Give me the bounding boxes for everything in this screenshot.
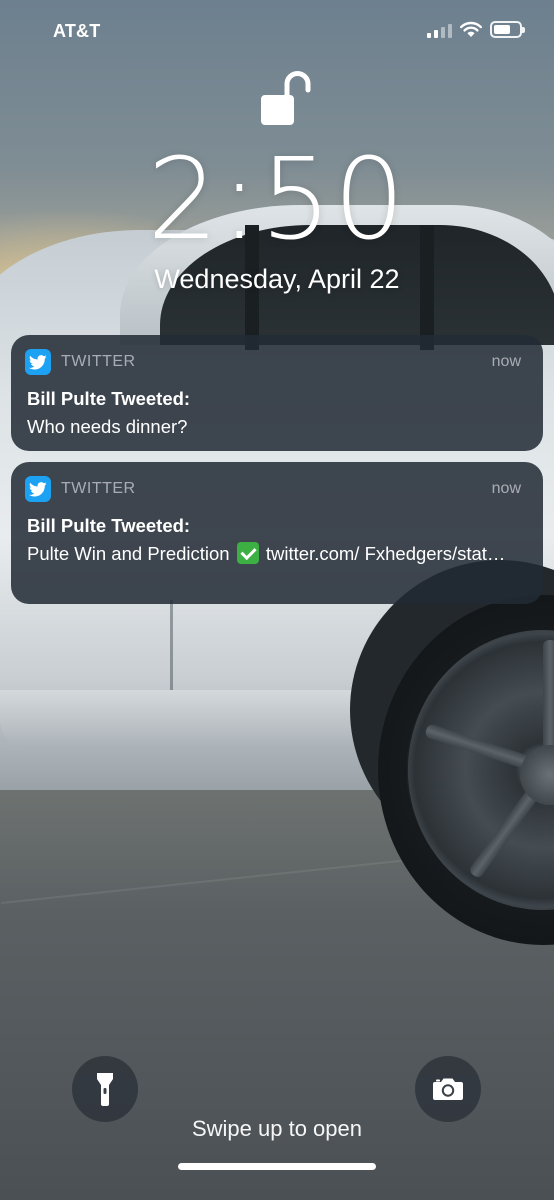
notification-time: now bbox=[491, 353, 521, 370]
notification-header: TWITTER now bbox=[25, 476, 527, 502]
battery-level-fill bbox=[494, 25, 510, 34]
notification-body-link: twitter.com/ Fxhedgers/stat… bbox=[265, 543, 506, 564]
twitter-bird-icon bbox=[25, 476, 51, 502]
lock-screen-time: 2:50 bbox=[147, 135, 407, 265]
lock-screen-date: Wednesday, April 22 bbox=[154, 264, 400, 294]
notification-title: Bill Pulte Tweeted: bbox=[27, 388, 191, 409]
notification-body-text: Pulte Win and Prediction bbox=[27, 543, 230, 564]
notification-header: TWITTER now bbox=[25, 349, 527, 375]
twitter-bird-icon bbox=[25, 349, 51, 375]
flashlight-icon bbox=[97, 1073, 113, 1106]
camera-icon bbox=[433, 1078, 463, 1100]
white-check-mark-emoji-icon bbox=[236, 542, 259, 564]
notification-body: Who needs dinner? bbox=[27, 416, 188, 437]
wifi-icon bbox=[460, 21, 482, 37]
notification-app-name: TWITTER bbox=[61, 353, 136, 370]
flashlight-button[interactable] bbox=[72, 1056, 138, 1122]
carrier-name: AT&T bbox=[53, 21, 101, 41]
cellular-signal-icon bbox=[427, 22, 453, 38]
notification-body: Pulte Win and Prediction twitter.com/ Fx… bbox=[27, 541, 507, 567]
battery-icon bbox=[490, 21, 525, 38]
unlocked-padlock-icon bbox=[261, 71, 311, 125]
notification-card[interactable]: TWITTER now Bill Pulte Tweeted: Who need… bbox=[11, 335, 543, 451]
notification-app-name: TWITTER bbox=[61, 480, 136, 497]
home-indicator[interactable] bbox=[178, 1163, 376, 1170]
notification-card[interactable]: TWITTER now Bill Pulte Tweeted: Pulte Wi… bbox=[11, 462, 543, 604]
swipe-up-hint: Swipe up to open bbox=[191, 1116, 363, 1141]
status-bar: AT&T bbox=[0, 0, 554, 62]
notification-time: now bbox=[491, 480, 521, 497]
camera-button[interactable] bbox=[415, 1056, 481, 1122]
notification-title: Bill Pulte Tweeted: bbox=[27, 515, 191, 536]
